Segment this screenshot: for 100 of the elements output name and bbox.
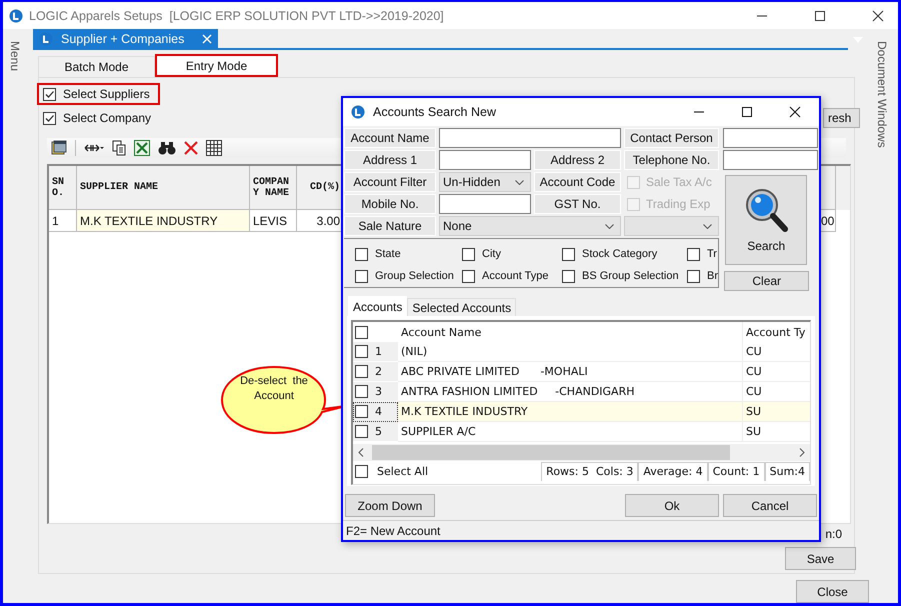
checkbox[interactable] [562, 270, 575, 282]
save-button[interactable]: Save [785, 547, 856, 570]
checkbox-label: City [482, 248, 501, 260]
column-header[interactable]: Account Ty [742, 322, 810, 342]
row-number: 5 [375, 425, 382, 438]
clear-button[interactable]: Clear [724, 271, 810, 291]
chevron-down-icon [515, 180, 524, 184]
table-cell: ABC PRIVATE LIMITED -MOHALI [398, 362, 742, 382]
status-text: Rows: 5 Cols: 3 [541, 462, 638, 481]
checkbox[interactable] [687, 270, 700, 282]
row-number: 2 [375, 365, 382, 378]
status-text: Count: 1 [708, 462, 765, 481]
cancel-button[interactable]: Cancel [723, 494, 817, 517]
table-cell: SUPPILER A/C [398, 422, 742, 442]
app-logo-icon [39, 32, 53, 46]
close-icon [789, 106, 801, 118]
table-cell: M.K TEXTILE INDUSTRY [398, 402, 742, 422]
column-width-icon [84, 142, 104, 154]
window-title: LOGIC Apparels Setups [LOGIC ERP SOLUTION PVT LTD->>2019-2020] [29, 8, 444, 22]
refresh-button[interactable]: resh [823, 108, 860, 128]
close-button[interactable]: Close [796, 580, 869, 603]
field-label: Address 1 [344, 150, 436, 170]
copy-icon [112, 140, 126, 156]
column-header[interactable]: SNO. [49, 166, 77, 210]
field-label: Account Name [344, 128, 436, 148]
checkbox[interactable] [462, 248, 475, 260]
grid-icon [206, 140, 222, 156]
close-icon [202, 34, 212, 44]
checkbox-label: Tr [707, 248, 717, 260]
checkbox[interactable] [355, 365, 368, 378]
field-label: GST No. [534, 194, 621, 214]
table-cell: SU [742, 422, 810, 442]
field-label: Sale Nature [344, 216, 436, 236]
column-header[interactable]: Account Name [398, 322, 742, 342]
status-text: Average: 4 [638, 462, 708, 481]
maximize-icon [741, 106, 753, 118]
search-button[interactable]: Search [725, 175, 808, 265]
checkbox[interactable] [355, 345, 368, 358]
checkbox-label: Select Company [63, 111, 152, 125]
checkbox-label: Account Type [482, 270, 548, 282]
chevron-right-icon [799, 448, 805, 457]
binoculars-icon [158, 141, 176, 155]
document-windows-tab[interactable]: Document Windows [875, 41, 889, 148]
field-label: Contact Person [624, 128, 719, 148]
magnifier-icon [744, 187, 788, 233]
checkbox[interactable] [355, 425, 368, 438]
checkbox[interactable] [687, 248, 700, 260]
checkbox[interactable] [43, 112, 56, 124]
table-cell: (NIL) [398, 342, 742, 362]
horizontal-scrollbar[interactable] [353, 444, 810, 461]
checkbox-label: Select Suppliers [63, 87, 150, 101]
document-tab[interactable]: Supplier + Companies [33, 29, 218, 48]
input-field[interactable] [439, 194, 531, 214]
field-label: Telephone No. [624, 150, 719, 170]
dropdown[interactable]: None [439, 216, 621, 236]
table-cell: SU [742, 402, 810, 422]
table-cell: LEVIS [250, 210, 297, 232]
table-cell: CU [742, 342, 810, 362]
input-field[interactable] [723, 150, 818, 170]
checkbox[interactable] [355, 270, 368, 282]
table-cell: CU [742, 362, 810, 382]
menu-tab[interactable]: Menu [8, 41, 22, 72]
input-field[interactable] [439, 150, 531, 170]
ok-button[interactable]: Ok [625, 494, 719, 517]
dropdown[interactable]: Un-Hidden [439, 172, 531, 192]
maximize-icon [814, 10, 826, 22]
field-label: Mobile No. [344, 194, 436, 214]
chevron-left-icon [358, 448, 364, 457]
checkbox[interactable] [562, 248, 575, 260]
checkbox[interactable] [355, 465, 368, 478]
checkbox-label: State [375, 248, 401, 260]
form-icon [51, 140, 67, 156]
input-field[interactable] [439, 128, 621, 148]
app-logo-icon [351, 105, 365, 119]
status-text: Sum:4 [764, 462, 810, 481]
tab[interactable]: Selected Accounts [407, 298, 516, 316]
checkbox-label: Sale Tax A/c [646, 175, 712, 189]
status-text: F2= New Account [343, 520, 819, 538]
checkbox-label: Br [707, 270, 718, 282]
row-number: 1 [375, 345, 382, 358]
column-header[interactable]: COMPANY NAME [250, 166, 297, 210]
tab[interactable]: Accounts [348, 296, 408, 316]
checkbox-label: Select All [377, 465, 428, 478]
spreadsheet-icon [134, 140, 150, 156]
checkbox-label: Group Selection [375, 270, 454, 282]
checkbox[interactable] [355, 326, 368, 338]
close-icon [872, 10, 884, 22]
chevron-down-icon [605, 224, 614, 228]
checkbox[interactable] [355, 385, 368, 398]
checkbox[interactable] [355, 248, 368, 260]
app-logo-icon [9, 8, 23, 22]
checkbox[interactable] [43, 88, 56, 100]
mode-tab[interactable]: Batch Mode [38, 56, 155, 77]
checkbox[interactable] [355, 405, 368, 418]
mode-tab[interactable]: Entry Mode [155, 54, 278, 77]
callout-text: De-select the Account [239, 374, 309, 404]
checkbox[interactable] [462, 270, 475, 282]
summary-text: n:0 [825, 527, 842, 541]
input-field[interactable] [723, 128, 818, 148]
zoom-down-button[interactable]: Zoom Down [345, 494, 435, 517]
